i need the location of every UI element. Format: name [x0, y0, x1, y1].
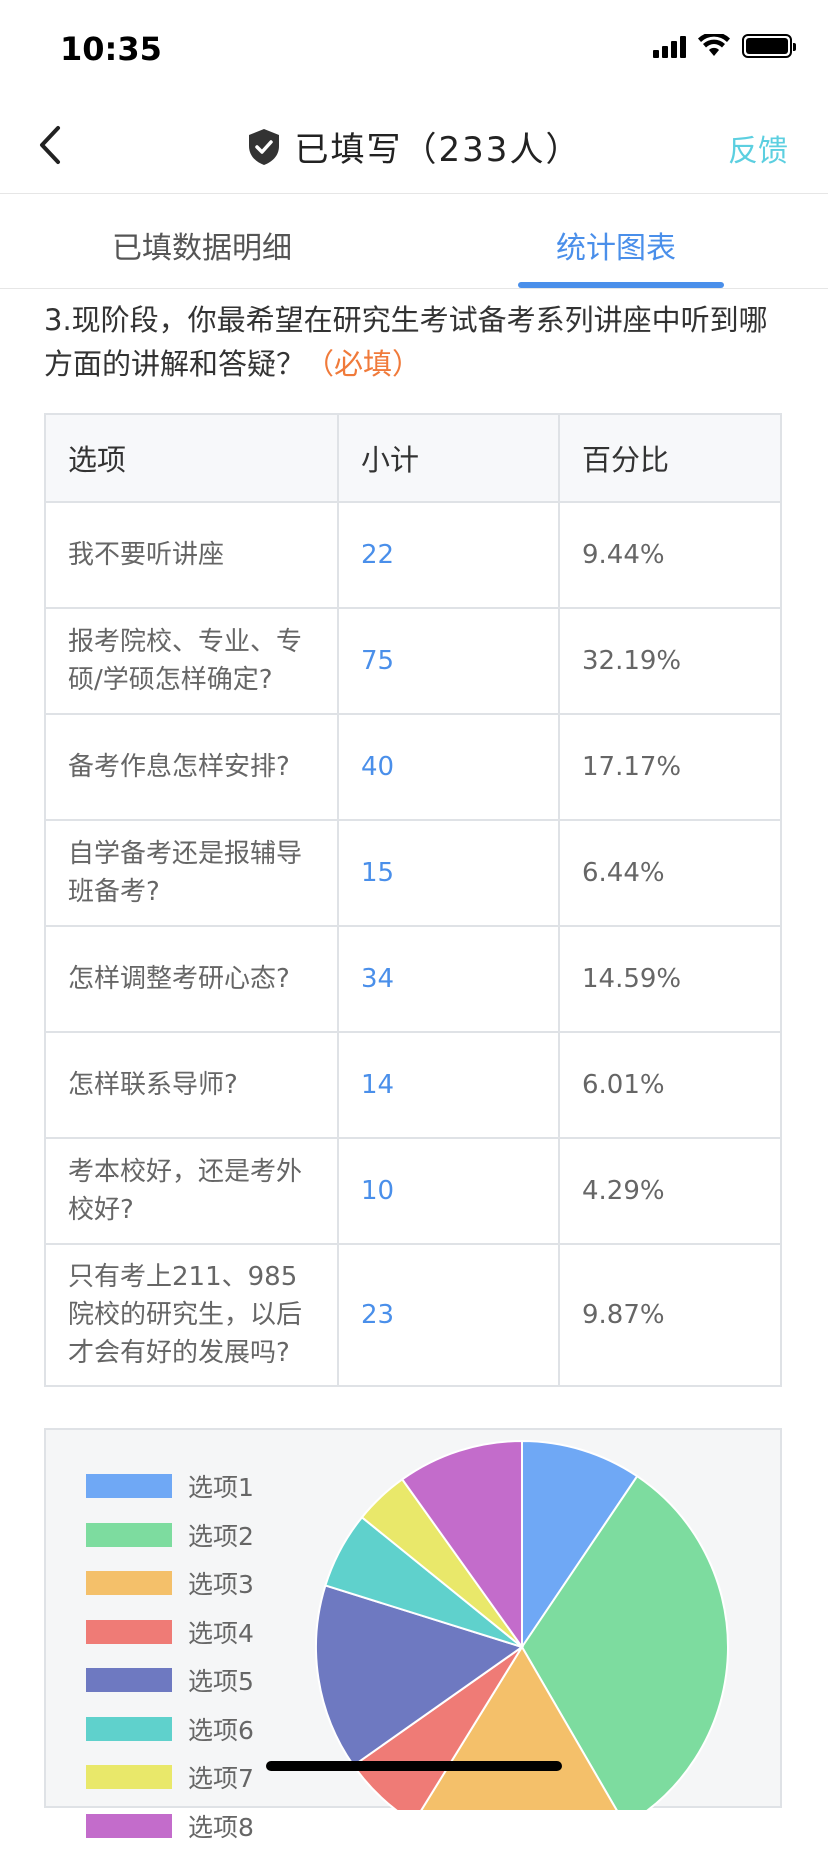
required-label: （必填） — [305, 347, 421, 381]
count-cell[interactable]: 15 — [338, 820, 559, 926]
percent-cell: 6.01% — [559, 1032, 781, 1138]
table-row: 只有考上211、985院校的研究生，以后才会有好的发展吗? 23 9.87% — [45, 1244, 781, 1386]
count-cell[interactable]: 34 — [338, 926, 559, 1032]
status-bar: 10:35 — [0, 0, 828, 96]
percent-cell: 4.29% — [559, 1138, 781, 1244]
nav-title-group: 已填写（233人） — [0, 122, 828, 171]
percent-cell: 17.17% — [559, 714, 781, 820]
table-row: 考本校好，还是考外校好? 10 4.29% — [45, 1138, 781, 1244]
count-cell[interactable]: 14 — [338, 1032, 559, 1138]
legend-swatch — [86, 1814, 172, 1838]
table-row: 报考院校、专业、专硕/学硕怎样确定? 75 32.19% — [45, 608, 781, 714]
legend-label: 选项8 — [188, 1808, 254, 1844]
cellular-signal-icon — [653, 34, 686, 58]
shield-check-icon — [247, 127, 281, 167]
percent-cell: 6.44% — [559, 820, 781, 926]
percent-cell: 32.19% — [559, 608, 781, 714]
tab-filled-details[interactable]: 已填数据明细 — [112, 223, 292, 267]
option-cell: 自学备考还是报辅导班备考? — [45, 820, 338, 926]
battery-icon — [742, 34, 792, 58]
option-cell: 怎样联系导师? — [45, 1032, 338, 1138]
home-indicator — [266, 1761, 562, 1771]
tab-bar: 已填数据明细 统计图表 — [0, 195, 828, 289]
percent-cell: 9.87% — [559, 1244, 781, 1386]
count-cell[interactable]: 10 — [338, 1138, 559, 1244]
percent-cell: 9.44% — [559, 502, 781, 608]
count-cell[interactable]: 23 — [338, 1244, 559, 1386]
table-row: 怎样调整考研心态? 34 14.59% — [45, 926, 781, 1032]
option-cell: 考本校好，还是考外校好? — [45, 1138, 338, 1244]
nav-bar: 已填写（233人） 反馈 — [0, 96, 828, 194]
feedback-button[interactable]: 反馈 — [728, 126, 788, 170]
pie-chart — [46, 1430, 784, 1810]
count-cell[interactable]: 22 — [338, 502, 559, 608]
question-title: 3.现阶段，你最希望在研究生考试备考系列讲座中听到哪方面的讲解和答疑？（必填） — [44, 298, 784, 386]
active-tab-indicator — [518, 282, 724, 288]
wifi-icon — [698, 34, 730, 58]
header-percent: 百分比 — [559, 414, 781, 502]
option-cell: 报考院校、专业、专硕/学硕怎样确定? — [45, 608, 338, 714]
option-cell: 我不要听讲座 — [45, 502, 338, 608]
count-cell[interactable]: 75 — [338, 608, 559, 714]
header-option: 选项 — [45, 414, 338, 502]
count-cell[interactable]: 40 — [338, 714, 559, 820]
stats-table: 选项 小计 百分比 我不要听讲座 22 9.44% 报考院校、专业、专硕/学硕怎… — [44, 413, 782, 1387]
pie-chart-container: 选项1选项2选项3选项4选项5选项6选项7选项8 — [44, 1428, 782, 1808]
option-cell: 只有考上211、985院校的研究生，以后才会有好的发展吗? — [45, 1244, 338, 1386]
status-time: 10:35 — [60, 30, 162, 68]
option-cell: 怎样调整考研心态? — [45, 926, 338, 1032]
table-row: 怎样联系导师? 14 6.01% — [45, 1032, 781, 1138]
tab-statistics-chart[interactable]: 统计图表 — [556, 223, 676, 267]
table-row: 备考作息怎样安排? 40 17.17% — [45, 714, 781, 820]
status-icons — [653, 34, 792, 58]
percent-cell: 14.59% — [559, 926, 781, 1032]
page-title: 已填写（233人） — [295, 122, 582, 171]
option-cell: 备考作息怎样安排? — [45, 714, 338, 820]
table-row: 我不要听讲座 22 9.44% — [45, 502, 781, 608]
header-count: 小计 — [338, 414, 559, 502]
table-row: 自学备考还是报辅导班备考? 15 6.44% — [45, 820, 781, 926]
table-header-row: 选项 小计 百分比 — [45, 414, 781, 502]
